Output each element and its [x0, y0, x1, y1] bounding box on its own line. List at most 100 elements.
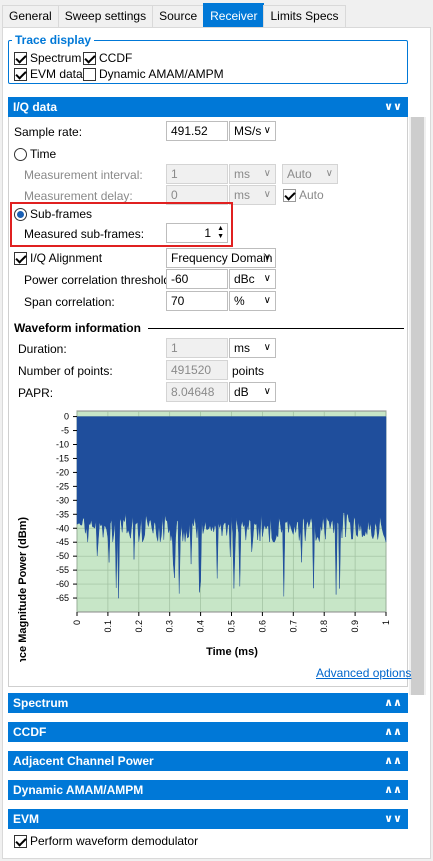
power-correlation-label: Power correlation threshold:: [24, 273, 174, 287]
sample-rate-input[interactable]: 491.52: [166, 121, 228, 141]
iq-alignment-checkbox[interactable]: I/Q Alignment: [14, 251, 102, 265]
x-tick-label: 0.2: [134, 620, 144, 633]
radio-selected-icon[interactable]: [14, 207, 27, 221]
tab-limits-specs[interactable]: Limits Specs: [263, 5, 346, 27]
expand-chevron-icon[interactable]: ∧∧: [384, 754, 402, 767]
ccdf-section-header[interactable]: CCDF ∧∧: [8, 722, 408, 742]
checkbox-unchecked-icon[interactable]: [83, 67, 96, 81]
advanced-options-link[interactable]: Advanced options: [316, 666, 411, 680]
ccdf-section-title: CCDF: [13, 725, 47, 739]
iq-alignment-dropdown[interactable]: Frequency Domain ∨: [166, 248, 276, 268]
x-tick-label: 0.3: [165, 620, 175, 633]
spectrum-section-header[interactable]: Spectrum ∧∧: [8, 693, 408, 713]
dynamic-amam-section-header[interactable]: Dynamic AMAM/AMPM ∧∧: [8, 780, 408, 800]
iq-data-header[interactable]: I/Q data ∨∨: [8, 97, 408, 117]
y-tick-label: -15: [56, 453, 69, 463]
chevron-down-icon: ∨: [263, 295, 271, 306]
acp-section-title: Adjacent Channel Power: [13, 754, 154, 768]
expand-chevron-icon[interactable]: ∧∧: [384, 783, 402, 796]
section-divider: [148, 328, 404, 329]
sample-rate-label: Sample rate:: [14, 125, 83, 139]
span-correlation-input[interactable]: 70: [166, 291, 228, 311]
time-radio[interactable]: Time: [14, 147, 56, 161]
y-tick-label: -40: [56, 523, 69, 533]
sub-frames-radio-label: Sub-frames: [30, 207, 93, 221]
auto-checkbox-label: Auto: [299, 188, 324, 202]
tab-receiver[interactable]: Receiver: [203, 3, 265, 27]
spectrum-checkbox[interactable]: Spectrum: [14, 51, 81, 65]
expand-chevron-icon[interactable]: ∧∧: [384, 725, 402, 738]
measurement-interval-mode-dropdown[interactable]: Auto ∨: [282, 164, 338, 184]
chevron-down-icon: ∨: [263, 342, 271, 353]
dynamic-amam-checkbox[interactable]: Dynamic AMAM/AMPM: [83, 67, 224, 81]
spinner-arrows-icon[interactable]: ▲ ▼: [217, 225, 224, 241]
power-correlation-input[interactable]: -60: [166, 269, 228, 289]
x-tick-label: 0.1: [103, 620, 113, 633]
papr-unit-dropdown[interactable]: dB ∨: [229, 382, 276, 402]
measurement-interval-input[interactable]: 1: [166, 164, 228, 184]
checkbox-checked-icon[interactable]: [14, 67, 27, 81]
x-tick-label: 0.9: [350, 620, 360, 633]
evm-data-checkbox[interactable]: EVM data: [14, 67, 83, 81]
number-of-points-unit: points: [232, 364, 265, 378]
chevron-down-icon: ∨: [325, 168, 333, 179]
expand-chevron-icon[interactable]: ∧∧: [384, 696, 402, 709]
adjacent-channel-power-section-header[interactable]: Adjacent Channel Power ∧∧: [8, 751, 408, 771]
tab-sweep-settings[interactable]: Sweep settings: [57, 5, 154, 27]
measured-sub-frames-spinner[interactable]: 1 ▲ ▼: [166, 223, 228, 243]
tab-bar: General Sweep settings Source Receiver L…: [2, 3, 346, 27]
sample-rate-unit-dropdown[interactable]: MS/s ∨: [229, 121, 276, 141]
chevron-down-icon: ∨: [263, 273, 271, 284]
scrollbar-thumb[interactable]: [411, 117, 424, 695]
measurement-interval-unit: ms: [234, 167, 250, 181]
checkbox-checked-icon[interactable]: [14, 251, 27, 265]
sub-frames-radio[interactable]: Sub-frames: [14, 207, 92, 221]
ccdf-checkbox-label: CCDF: [99, 51, 133, 65]
number-of-points-label: Number of points:: [18, 364, 113, 378]
span-correlation-label: Span correlation:: [24, 295, 115, 309]
checkbox-checked-icon[interactable]: [14, 834, 27, 848]
collapse-chevron-icon[interactable]: ∨∨: [384, 100, 402, 113]
measurement-delay-unit-dropdown[interactable]: ms ∨: [229, 185, 276, 205]
radio-unselected-icon[interactable]: [14, 147, 27, 161]
perform-demodulator-checkbox[interactable]: Perform waveform demodulator: [14, 834, 198, 848]
chevron-down-icon: ∨: [263, 125, 271, 136]
ccdf-checkbox[interactable]: CCDF: [83, 51, 132, 65]
collapse-chevron-icon[interactable]: ∨∨: [384, 812, 402, 825]
trace-display-title: Trace display: [12, 33, 95, 47]
y-tick-label: -60: [56, 579, 69, 589]
papr-unit: dB: [234, 385, 249, 399]
checkbox-checked-icon[interactable]: [283, 188, 296, 202]
chart-y-axis-label: Reference Magnitude Power (dBm): [17, 517, 29, 662]
evm-section-header[interactable]: EVM ∨∨: [8, 809, 408, 829]
power-correlation-unit: dBc: [234, 272, 255, 286]
number-of-points-value: 491520: [166, 360, 228, 380]
measurement-delay-auto-checkbox[interactable]: Auto: [283, 188, 324, 202]
y-tick-label: -25: [56, 481, 69, 491]
papr-value: 8.04648: [166, 382, 228, 402]
chevron-down-icon: ∨: [263, 386, 271, 397]
spectrum-section-title: Spectrum: [13, 696, 69, 710]
tab-source[interactable]: Source: [152, 5, 205, 27]
duration-unit-dropdown[interactable]: ms ∨: [229, 338, 276, 358]
waveform-information-title: Waveform information: [14, 321, 141, 335]
tab-general[interactable]: General: [2, 5, 59, 27]
x-tick-label: 0.7: [288, 620, 298, 633]
measurement-delay-label: Measurement delay:: [24, 189, 133, 203]
checkbox-checked-icon[interactable]: [14, 51, 27, 65]
y-tick-label: -35: [56, 509, 69, 519]
spectrum-checkbox-label: Spectrum: [30, 51, 82, 65]
time-radio-label: Time: [30, 147, 57, 161]
measured-sub-frames-label: Measured sub-frames:: [24, 227, 145, 241]
span-correlation-unit-dropdown[interactable]: % ∨: [229, 291, 276, 311]
duration-value: 1: [166, 338, 228, 358]
power-correlation-unit-dropdown[interactable]: dBc ∨: [229, 269, 276, 289]
measurement-interval-unit-dropdown[interactable]: ms ∨: [229, 164, 276, 184]
evm-section-title: EVM: [13, 812, 40, 826]
checkbox-checked-icon[interactable]: [83, 51, 96, 65]
y-tick-label: -45: [56, 537, 69, 547]
span-correlation-unit: %: [234, 294, 245, 308]
measurement-interval-mode: Auto: [287, 167, 312, 181]
x-tick-label: 0.5: [227, 620, 237, 633]
duration-label: Duration:: [18, 342, 67, 356]
